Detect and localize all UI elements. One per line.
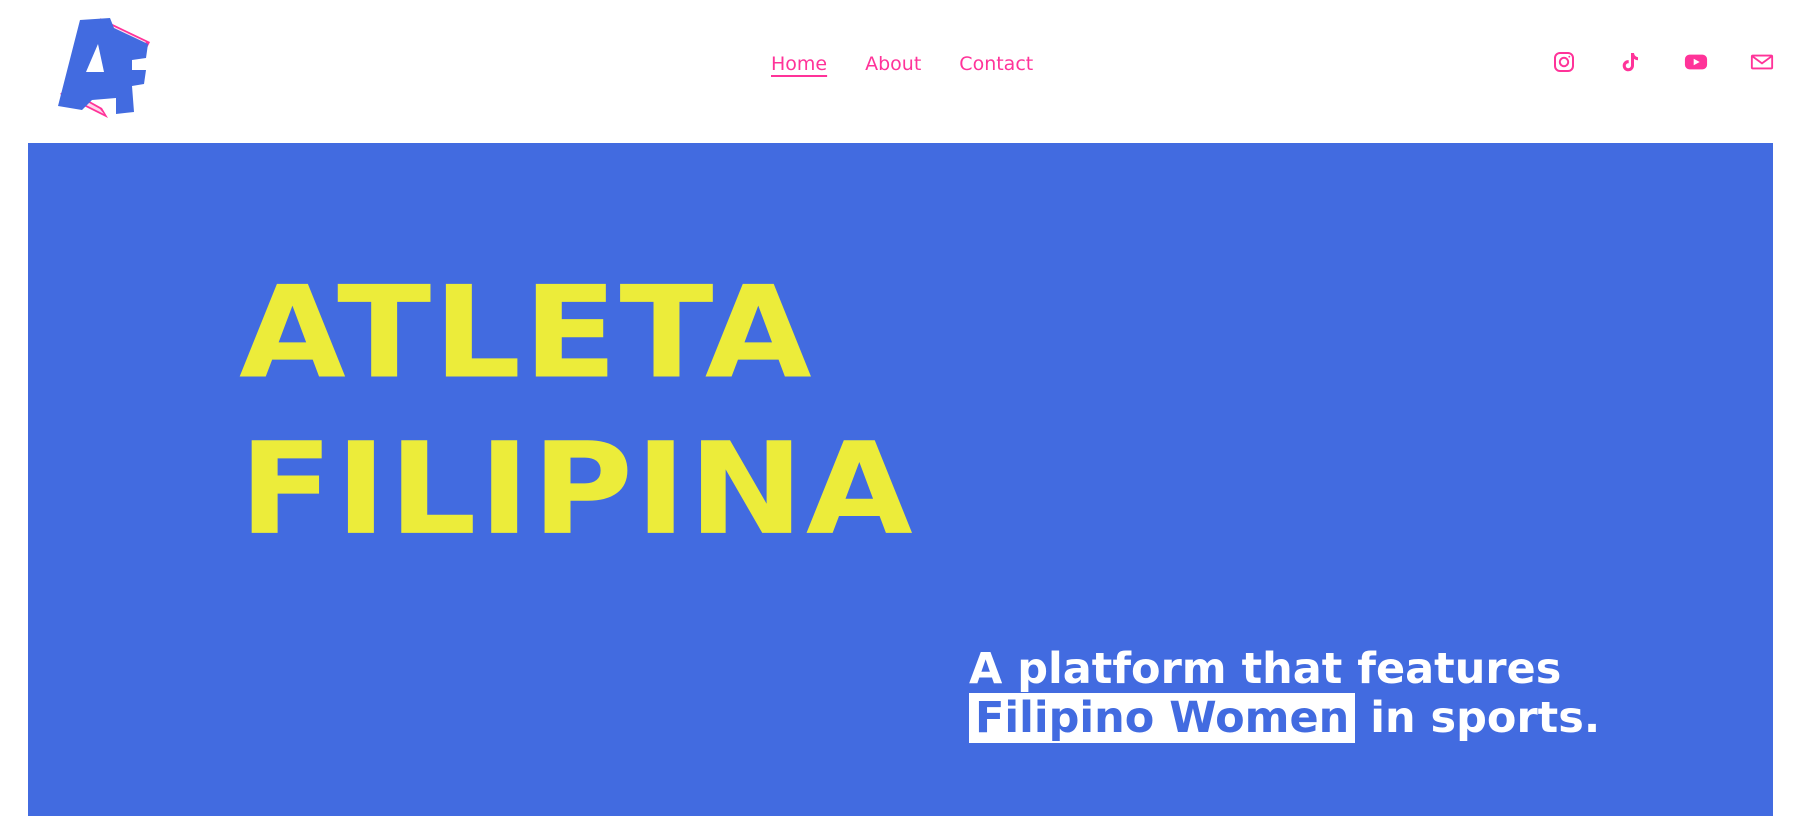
tagline-line-2: Filipino Women in sports. [969, 693, 1601, 743]
nav-about-link[interactable]: About [865, 50, 921, 78]
tagline-line-1: A platform that features [969, 644, 1562, 694]
main-nav: Home About Contact [771, 50, 1033, 78]
nav-contact-link[interactable]: Contact [959, 50, 1033, 78]
youtube-icon[interactable] [1684, 50, 1708, 74]
tagline-highlight: Filipino Women [969, 693, 1356, 743]
site-header: Home About Contact [0, 0, 1800, 143]
tiktok-icon[interactable] [1618, 50, 1642, 74]
hero-title: ATLETA FILIPINA [239, 255, 915, 568]
mail-icon[interactable] [1750, 50, 1774, 74]
nav-home-link[interactable]: Home [771, 50, 827, 78]
hero-title-line-2: FILIPINA [239, 415, 915, 564]
hero-title-line-1: ATLETA [239, 258, 814, 407]
atleta-filipina-logo[interactable] [52, 14, 152, 120]
instagram-icon[interactable] [1552, 50, 1576, 74]
social-links [1552, 50, 1774, 74]
tagline-rest: in sports. [1355, 693, 1601, 743]
hero-tagline: A platform that features Filipino Women … [969, 645, 1600, 743]
hero-section: ATLETA FILIPINA A platform that features… [28, 143, 1773, 816]
